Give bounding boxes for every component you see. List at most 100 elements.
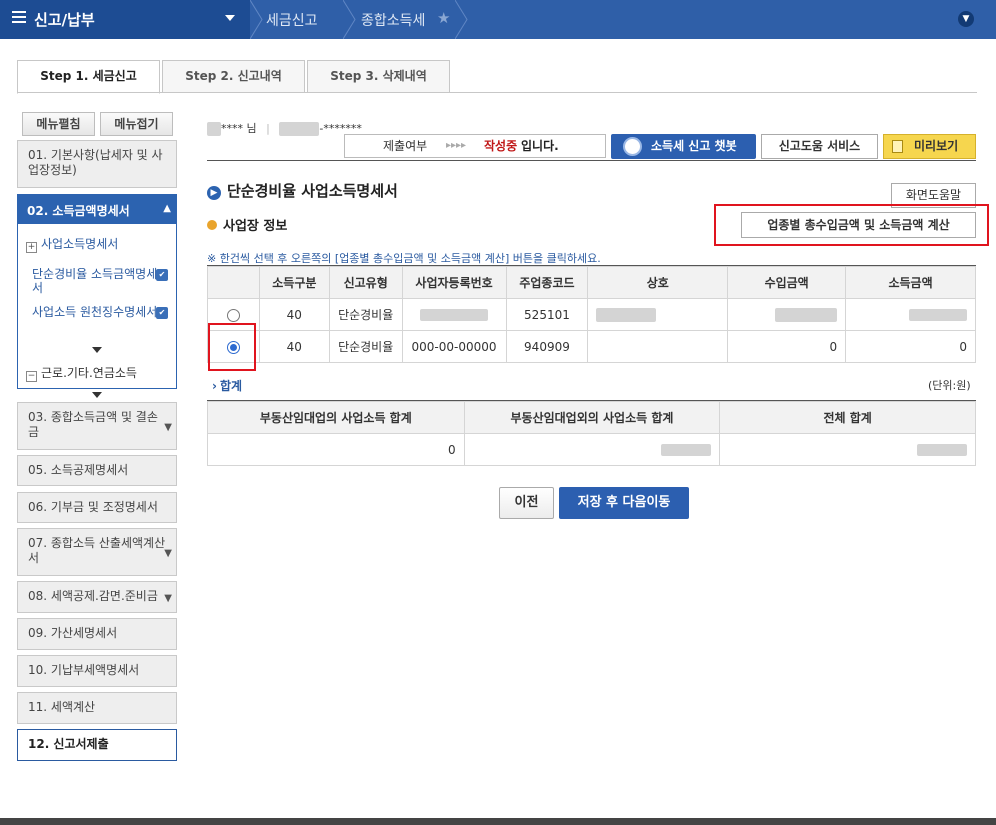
subsection-title-text: 사업장 정보 (223, 219, 288, 234)
previous-button[interactable]: 이전 (499, 487, 554, 519)
check-icon: ✔ (156, 269, 168, 281)
arrow-down-icon (92, 392, 102, 398)
user-name: **** 님 (221, 122, 257, 135)
masked-text (909, 309, 967, 321)
chevron-down-icon: ▼ (164, 548, 172, 559)
summary-label: › 합계 (212, 379, 243, 393)
row-radio[interactable] (226, 308, 240, 322)
save-next-button[interactable]: 저장 후 다음이동 (559, 487, 689, 519)
favorite-star-icon[interactable]: ★ (437, 9, 450, 27)
document-icon (892, 140, 903, 153)
header-cell: 주업종코드 (505, 266, 589, 299)
table-cell (727, 298, 847, 331)
breadcrumb-income-tax[interactable]: 종합소득세 (361, 10, 425, 30)
menu-title: 신고/납부 (34, 11, 95, 29)
tab-divider (17, 92, 977, 93)
table-cell: 525101 (505, 298, 589, 331)
nav-item-income-statement[interactable]: 02. 소득금액명세서 ▲ (17, 194, 177, 224)
preview-label: 미리보기 (914, 139, 959, 153)
nav-item-tax-calc-sheet[interactable]: 07. 종합소득 산출세액계산서 ▼ (17, 528, 177, 576)
subsection-title: 사업장 정보 (207, 215, 287, 234)
nav-item-tax-credit[interactable]: 08. 세액공제.감면.준비금 ▼ (17, 581, 177, 613)
submenu-label: 사업소득 원천징수명세서 (32, 305, 158, 319)
status-state: 작성중 (484, 139, 518, 153)
menu-dropdown[interactable]: 신고/납부 (0, 0, 250, 39)
user-info: **** 님 | -******* (207, 120, 362, 136)
chevron-down-icon: ▼ (164, 422, 172, 433)
submenu-label: 사업소득명세서 (41, 237, 119, 251)
tab-step2-report-history[interactable]: Step 2. 신고내역 (162, 60, 305, 93)
table-header-row: 부동산임대업의 사업소득 합계 부동산임대업외의 사업소득 합계 전체 합계 (207, 401, 976, 434)
table-header-row: 소득구분 신고유형 사업자등록번호 주업종코드 상호 수입금액 소득금액 (207, 266, 976, 299)
nav-item-submit-report[interactable]: 12. 신고서제출 (17, 729, 177, 761)
nav-item-label: 01. 기본사항(납세자 및 사업장정보) (28, 148, 163, 177)
masked-text (279, 122, 320, 136)
nav-item-label: 09. 가산세명세서 (28, 626, 118, 640)
table-row[interactable]: 40 단순경비율 000-00-00000 940909 0 0 (207, 330, 976, 363)
table-cell: 0 (727, 330, 847, 363)
table-cell: 40 (258, 330, 330, 363)
chatbot-button[interactable]: 소득세 신고 챗봇 (611, 134, 756, 159)
breadcrumb-tax-report[interactable]: 세금신고 (266, 10, 318, 30)
plus-icon: + (26, 242, 37, 253)
header-cell: 소득금액 (845, 266, 976, 299)
header-cell: 전체 합계 (719, 401, 976, 434)
nav-item-label: 11. 세액계산 (28, 700, 96, 714)
table-cell: 단순경비율 (328, 298, 403, 331)
nav-item-total-income[interactable]: 03. 종합소득금액 및 결손금 ▼ (17, 402, 177, 450)
instruction-hint: ※ 한건씩 선택 후 오른쪽의 [업종별 총수입금액 및 소득금액 계산] 버튼… (207, 252, 601, 265)
nav-item-donation[interactable]: 06. 기부금 및 조정명세서 (17, 492, 177, 523)
header-cell: 부동산임대업외의 사업소득 합계 (463, 401, 721, 434)
table-cell: 단순경비율 (328, 330, 403, 363)
section-title-text: 단순경비율 사업소득명세서 (227, 182, 398, 200)
nav-item-label: 02. 소득금액명세서 (27, 204, 130, 218)
divider (207, 160, 976, 161)
arrow-down-icon (92, 347, 102, 353)
table-row[interactable]: 40 단순경비율 525101 (207, 298, 976, 331)
nav-item-basic-info[interactable]: 01. 기본사항(납세자 및 사업장정보) (17, 140, 177, 188)
menu-collapse-button[interactable]: 메뉴접기 (100, 112, 173, 136)
nav-item-label: 05. 소득공제명세서 (28, 463, 129, 477)
top-navigation-bar: 신고/납부 세금신고 종합소득세 ★ ▼ (0, 0, 996, 40)
table-cell: 0 (845, 330, 976, 363)
nav-item-label: 08. 세액공제.감면.준비금 (28, 589, 158, 603)
breadcrumb-separator-icon (249, 0, 264, 40)
table-cell (463, 433, 721, 466)
help-service-button[interactable]: 신고도움 서비스 (761, 134, 878, 159)
nav-item-label: 10. 기납부세액명세서 (28, 663, 140, 677)
nav-item-tax-computation[interactable]: 11. 세액계산 (17, 692, 177, 724)
status-suffix: 입니다. (521, 139, 559, 153)
submenu-item-simple-expense[interactable]: 단순경비율 소득금액명세서 (32, 267, 162, 295)
header-cell: 사업자등록번호 (401, 266, 507, 299)
submenu-item-withholding[interactable]: 사업소득 원천징수명세서 (32, 305, 162, 319)
table-row: 0 (207, 433, 976, 466)
header-select (207, 266, 260, 299)
table-cell (587, 298, 729, 331)
menu-expand-button[interactable]: 메뉴펼침 (22, 112, 95, 136)
business-table: 소득구분 신고유형 사업자등록번호 주업종코드 상호 수입금액 소득금액 40 … (207, 266, 976, 363)
header-cell: 수입금액 (727, 266, 847, 299)
nav-item-deduction[interactable]: 05. 소득공제명세서 (17, 455, 177, 486)
nav-item-label: 12. 신고서제출 (28, 737, 109, 751)
table-cell: 0 (207, 433, 465, 466)
chevron-down-icon: ▼ (164, 591, 172, 606)
nav-item-label: 07. 종합소득 산출세액계산서 (28, 536, 166, 565)
submenu-business-income[interactable]: + 사업소득명세서 (26, 235, 118, 253)
header-cell: 신고유형 (328, 266, 403, 299)
nav-item-prepaid-tax[interactable]: 10. 기납부세액명세서 (17, 655, 177, 687)
nav-item-penalty[interactable]: 09. 가산세명세서 (17, 618, 177, 650)
highlight-box (208, 323, 256, 371)
chatbot-label: 소득세 신고 챗봇 (651, 139, 737, 153)
summary-table: 부동산임대업의 사업소득 합계 부동산임대업외의 사업소득 합계 전체 합계 0 (207, 401, 976, 466)
preview-button[interactable]: 미리보기 (883, 134, 976, 159)
tab-step1-tax-report[interactable]: Step 1. 세금신고 (17, 60, 160, 94)
masked-text (596, 307, 657, 322)
submenu-other-income[interactable]: − 근로.기타.연금소득 (26, 364, 137, 382)
chevron-down-circle-icon[interactable]: ▼ (958, 11, 974, 27)
header-cell: 소득구분 (258, 266, 330, 299)
status-label: 제출여부 (383, 139, 428, 153)
tab-step3-deleted-history[interactable]: Step 3. 삭제내역 (307, 60, 450, 93)
footer-bar (0, 818, 996, 825)
table-cell: 40 (258, 298, 330, 331)
masked-text (420, 309, 489, 321)
